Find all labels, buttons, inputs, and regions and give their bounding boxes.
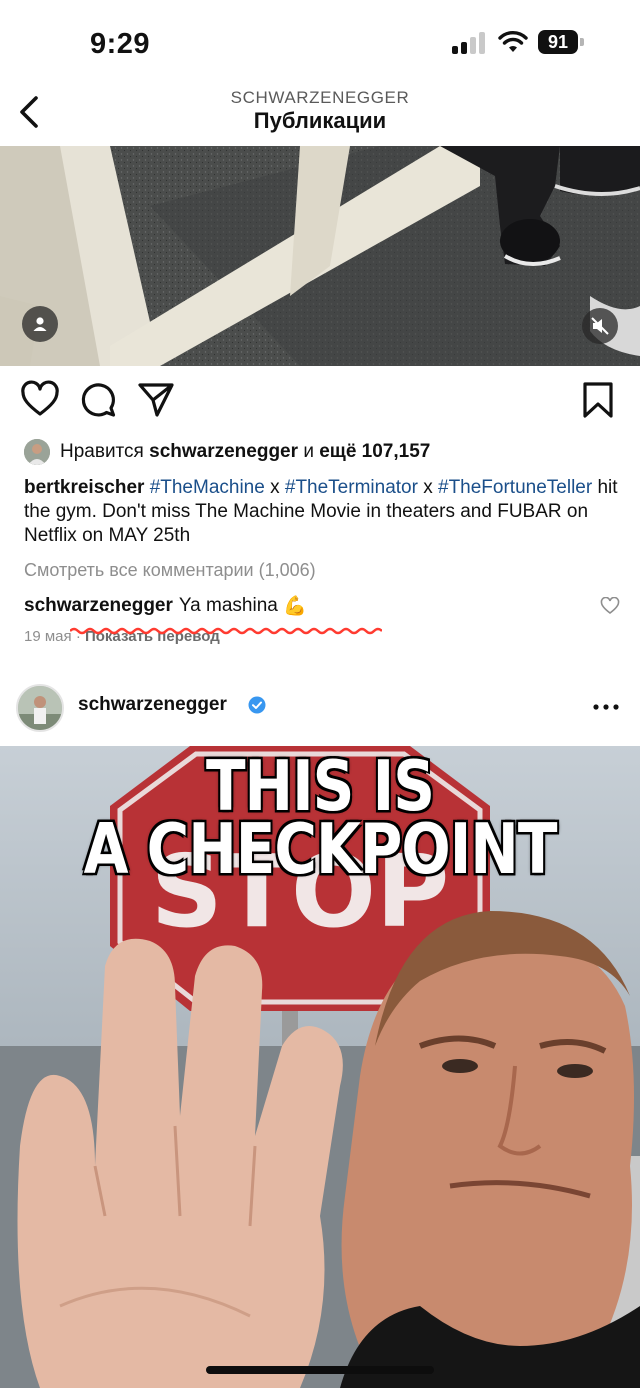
comment-date: 19 мая xyxy=(24,628,72,645)
status-bar: 9:29 91 xyxy=(0,0,640,80)
post1-video[interactable] xyxy=(0,146,640,366)
battery-level: 91 xyxy=(538,30,578,54)
post1-video-frame xyxy=(0,146,640,366)
heart-icon[interactable] xyxy=(20,380,60,420)
post2-avatar[interactable] xyxy=(16,684,64,732)
hashtag[interactable]: #TheMachine xyxy=(150,477,265,498)
verified-badge-icon xyxy=(248,696,266,714)
caption-separator: x xyxy=(270,477,280,498)
post1-caption: bertkreischer #TheMachine x #TheTerminat… xyxy=(24,476,624,548)
comment-like-heart-icon[interactable] xyxy=(600,597,620,615)
likes-conj: и xyxy=(303,441,314,462)
page-header: SCHWARZENEGGER Публикации xyxy=(0,80,640,146)
comment-username[interactable]: schwarzenegger xyxy=(24,595,173,617)
liker-avatar xyxy=(24,439,50,465)
likes-user[interactable]: schwarzenegger xyxy=(149,441,298,463)
page-title: Публикации xyxy=(253,108,387,133)
caption-separator: x xyxy=(423,477,433,498)
post1-action-bar xyxy=(0,380,640,424)
comment-icon[interactable] xyxy=(78,380,118,420)
likes-prefix: Нравится xyxy=(60,441,144,462)
post2-header: schwarzenegger xyxy=(0,680,640,740)
comment-text: Ya mashina xyxy=(178,595,278,616)
comment: schwarzenegger Ya mashina 💪 xyxy=(24,594,624,618)
user-tag-icon[interactable] xyxy=(22,306,58,342)
meme-caption-line2: A CHECKPOINT xyxy=(83,808,558,890)
flexed-biceps-emoji: 💪 xyxy=(283,596,307,617)
header-username: SCHWARZENEGGER xyxy=(230,88,410,107)
view-all-comments-link[interactable]: Смотреть все комментарии (1,006) xyxy=(24,560,316,581)
battery-icon: 91 xyxy=(538,30,584,54)
home-indicator[interactable] xyxy=(206,1366,434,1374)
status-time: 9:29 xyxy=(90,28,151,60)
bookmark-icon[interactable] xyxy=(578,380,618,420)
post2-username[interactable]: schwarzenegger xyxy=(78,694,227,716)
caption-username[interactable]: bertkreischer xyxy=(24,477,144,498)
more-icon[interactable] xyxy=(590,694,622,720)
signal-icon xyxy=(452,32,488,54)
likes-summary[interactable]: Нравится schwarzenegger и ещё 107,157 xyxy=(24,438,430,466)
red-squiggle-underline xyxy=(70,627,382,635)
muted-speaker-icon[interactable] xyxy=(582,308,618,344)
share-icon[interactable] xyxy=(136,380,176,420)
hashtag[interactable]: #TheTerminator xyxy=(285,477,418,498)
hashtag[interactable]: #TheFortuneTeller xyxy=(438,477,592,498)
likes-count[interactable]: ещё 107,157 xyxy=(319,441,430,463)
wifi-icon xyxy=(498,31,528,52)
